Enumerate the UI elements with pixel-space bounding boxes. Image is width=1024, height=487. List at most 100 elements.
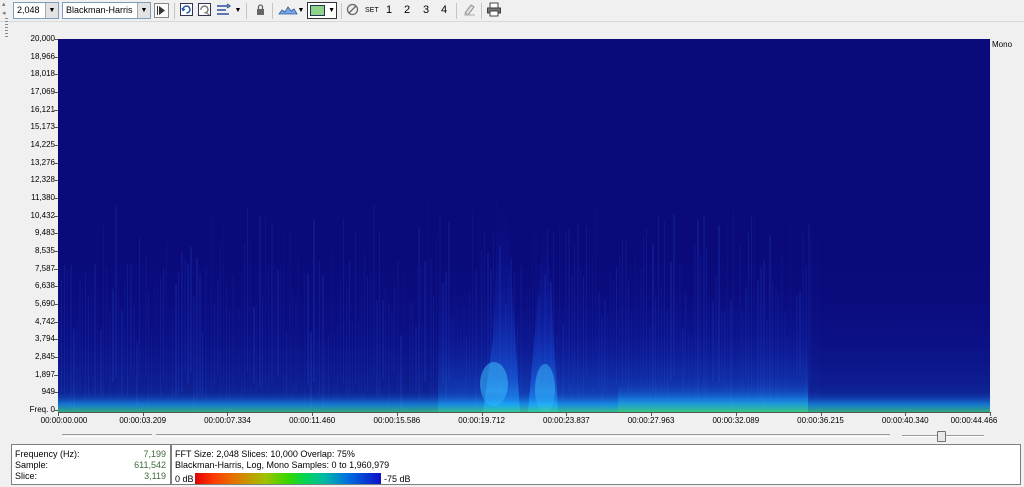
fft-size-select[interactable]: 2,048 ▼ <box>13 2 59 19</box>
frequency-tick-label: 18,966 <box>30 51 55 61</box>
fft-size-value: 2,048 <box>17 5 40 15</box>
frequency-tick-label: 1,897 <box>34 369 55 379</box>
frequency-tick-label: 10,432 <box>30 210 55 220</box>
chevron-down-icon[interactable]: ▼ <box>137 3 150 18</box>
window-type-value: Blackman-Harris <box>66 5 133 15</box>
time-axis-line <box>58 412 990 413</box>
frequency-tick-label: Freq. 0 <box>29 405 55 414</box>
time-tick-label: 00:00:00.000 <box>40 416 88 425</box>
eraser-icon <box>464 4 475 16</box>
sync-icon <box>217 3 232 15</box>
noise-floor <box>58 392 990 412</box>
set-4-button[interactable]: 4 <box>437 2 451 19</box>
time-tick-label: 00:00:11.460 <box>289 416 336 425</box>
toolbar-separator <box>481 3 482 19</box>
channel-label: Mono <box>992 40 1013 49</box>
spectrogram-image[interactable] <box>58 39 990 412</box>
refresh-button[interactable] <box>178 2 195 19</box>
fft-info: FFT Size: 2,048 Slices: 10,000 Overlap: … <box>175 449 355 459</box>
refresh-icon <box>180 3 193 16</box>
frequency-tick-label: 17,069 <box>30 87 55 96</box>
clear-button[interactable] <box>344 2 361 19</box>
db-color-scale <box>195 473 381 484</box>
time-tick-label: 00:00:03.209 <box>119 416 167 425</box>
eraser-button[interactable] <box>461 2 478 19</box>
lock-icon <box>257 4 264 15</box>
window-type-select[interactable]: Blackman-Harris ▼ <box>62 2 151 19</box>
spectrum-button[interactable] <box>278 2 298 19</box>
time-tick-label: 00:00:36.215 <box>797 416 844 425</box>
frequency-tick-label: 12,328 <box>30 175 55 185</box>
toolbar-separator <box>174 3 175 19</box>
toolbar-separator <box>246 3 247 19</box>
play-cursor-button[interactable] <box>154 3 169 18</box>
time-tick-label: 00:00:15.586 <box>373 416 421 425</box>
time-tick-label: 00:00:40.340 <box>881 416 929 425</box>
print-button[interactable] <box>485 2 502 19</box>
frequency-tick-label: 2,845 <box>34 352 55 361</box>
low-band-activity <box>618 379 808 412</box>
slice-label: Slice: <box>15 471 38 481</box>
frequency-tick-label: 20,000 <box>30 34 55 43</box>
toolbar-separator <box>341 3 342 19</box>
arrow-left-icon[interactable]: ◂ <box>2 9 10 18</box>
frequency-tick-label: 949 <box>41 387 55 397</box>
spectrum-icon <box>278 6 298 15</box>
sync-button[interactable] <box>215 2 232 19</box>
slice-value: 3,119 <box>144 471 166 481</box>
horizontal-scrollbar[interactable] <box>62 434 152 437</box>
frequency-tick-label: 5,690 <box>34 299 55 308</box>
frequency-tick-label: 13,276 <box>30 157 55 167</box>
time-tick-label: 00:00:44.466 <box>950 416 998 425</box>
time-tick-label: 00:00:19.712 <box>458 416 505 425</box>
frequency-tick-label: 4,742 <box>34 316 55 326</box>
refresh-all-icon <box>198 3 211 16</box>
window-info: Blackman-Harris, Log, Mono Samples: 0 to… <box>175 460 390 470</box>
analysis-info-panel: FFT Size: 2,048 Slices: 10,000 Overlap: … <box>171 444 1021 485</box>
spectrum-analyzer-window: ▴ ◂ 2,048 ▼ Blackman-Harris ▼ ▼ ▼ ▼ SET … <box>0 0 1024 487</box>
time-tick-label: 00:00:27.963 <box>627 416 675 425</box>
zoom-slider-thumb[interactable] <box>937 431 946 442</box>
print-icon <box>486 2 501 17</box>
horizontal-scroll-track[interactable] <box>156 434 890 437</box>
frequency-label: Frequency (Hz): <box>15 449 80 459</box>
frequency-value: 7,199 <box>143 449 166 459</box>
frequency-tick-label: 16,121 <box>30 104 55 114</box>
frequency-tick-label: 6,638 <box>34 281 55 291</box>
time-tick-label: 00:00:23.837 <box>543 416 590 425</box>
frequency-tick-label: 9,483 <box>34 228 55 238</box>
spectrogram-plot[interactable] <box>58 39 990 412</box>
set-2-button[interactable]: 2 <box>400 2 414 19</box>
arrow-up-icon[interactable]: ▴ <box>2 0 10 9</box>
color-scheme-icon <box>310 5 325 16</box>
refresh-all-button[interactable] <box>196 2 213 19</box>
set-label: SET <box>365 7 379 14</box>
frequency-tick-label: 15,173 <box>30 122 55 132</box>
frequency-tick-label: 18,018 <box>30 69 55 79</box>
set-1-button[interactable]: 1 <box>382 2 396 19</box>
play-cursor-icon <box>157 6 165 15</box>
cursor-info-panel: Frequency (Hz): 7,199 Sample: 611,542 Sl… <box>11 444 171 485</box>
sample-value: 611,542 <box>134 460 166 470</box>
db-scale-high: -75 dB <box>384 474 411 484</box>
color-scheme-button[interactable]: ▼ <box>307 2 337 19</box>
frequency-tick-label: 7,587 <box>34 263 55 273</box>
chevron-down-icon[interactable]: ▼ <box>328 3 335 18</box>
frequency-tick-label: 8,535 <box>34 246 55 255</box>
chevron-down-icon[interactable]: ▼ <box>45 3 58 18</box>
grip-dots-icon[interactable] <box>5 18 8 38</box>
set-3-button[interactable]: 3 <box>419 2 433 19</box>
spectrum-dropdown-icon[interactable]: ▼ <box>297 2 305 19</box>
toolbar-separator <box>456 3 457 19</box>
frequency-tick-label: 14,225 <box>30 140 55 149</box>
lock-button[interactable] <box>252 2 269 19</box>
frequency-tick-label: 3,794 <box>34 334 55 344</box>
frequency-tick-label: 11,380 <box>31 193 55 202</box>
time-tick-label: 00:00:07.334 <box>204 416 251 425</box>
sync-dropdown-icon[interactable]: ▼ <box>234 2 242 19</box>
panel-grip[interactable]: ▴ ◂ <box>2 0 10 48</box>
sample-label: Sample: <box>15 460 49 470</box>
toolbar: ▴ ◂ 2,048 ▼ Blackman-Harris ▼ ▼ ▼ ▼ SET … <box>0 0 1024 38</box>
time-tick-label: 00:00:32.089 <box>712 416 760 425</box>
clear-icon <box>346 3 359 16</box>
